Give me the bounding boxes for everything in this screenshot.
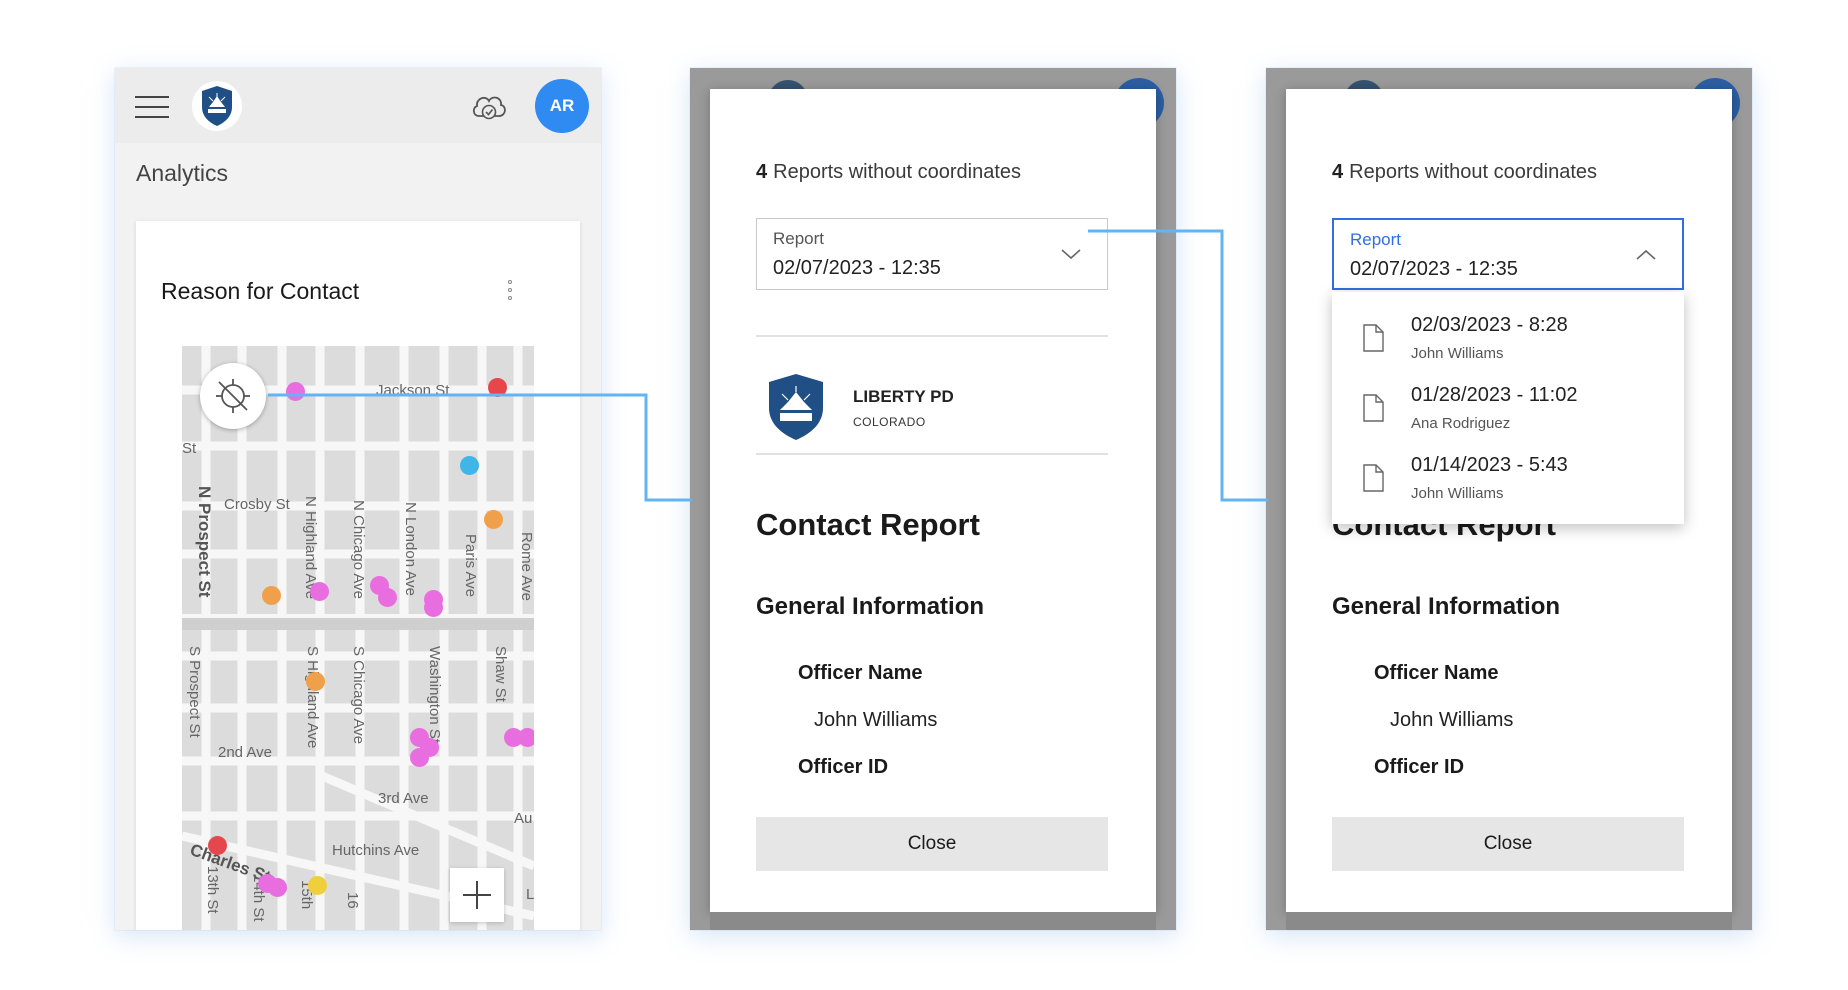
map-marker[interactable]: [460, 456, 479, 475]
document-icon: [1363, 324, 1384, 352]
map-marker[interactable]: [308, 876, 327, 895]
map-label-2nd: 2nd Ave: [218, 744, 272, 761]
reports-count: 4: [756, 161, 768, 183]
map-marker[interactable]: [286, 382, 305, 401]
map-marker[interactable]: [268, 878, 287, 897]
reports-count-label: Reports without coordinates: [773, 161, 1022, 183]
user-avatar[interactable]: AR: [535, 79, 589, 133]
card-title: Reason for Contact: [161, 278, 360, 304]
map-label-paris: Paris Ave: [462, 534, 479, 598]
close-button[interactable]: Close: [756, 817, 1108, 871]
dropdown-item[interactable]: 01/28/2023 - 11:02 Ana Rodriguez: [1332, 374, 1684, 442]
dropdown-item[interactable]: 01/14/2023 - 5:43 John Williams: [1332, 444, 1684, 512]
map-label-st: St: [182, 440, 197, 457]
page-title: Analytics: [136, 160, 229, 186]
report-dialog-screen: 4 Reports without coordinates Report 02/0…: [690, 68, 1176, 930]
map-label-13th: 13th St: [204, 866, 221, 914]
org-name: LIBERTY PD: [853, 387, 954, 406]
map-marker[interactable]: [410, 748, 429, 767]
map-label-n-prospect: N Prospect St: [195, 486, 214, 598]
map-label-crosby: Crosby St: [224, 496, 290, 513]
map-marker[interactable]: [518, 728, 534, 747]
report-dialog-expanded-screen: 4 Reports without coordinates Report 02/0…: [1266, 68, 1752, 930]
more-options-icon[interactable]: [505, 280, 515, 304]
cloud-check-icon[interactable]: [469, 88, 509, 122]
section-general-information: General Information: [1332, 593, 1561, 620]
map-label-washington: Washington St: [426, 646, 443, 743]
map-label-au: Au: [514, 810, 533, 827]
dropdown-item-officer: John Williams: [1411, 345, 1504, 362]
map-label-jackson: Jackson St: [376, 382, 450, 399]
liberty-pd-badge-icon: [769, 374, 823, 440]
divider: [756, 335, 1108, 337]
officer-name-label: Officer Name: [798, 662, 923, 684]
map-marker[interactable]: [484, 510, 503, 529]
map-label-l: L: [526, 886, 534, 903]
map-label-16: 16: [344, 892, 361, 909]
close-button[interactable]: Close: [1332, 817, 1684, 871]
analytics-screen: AR Analytics Reason for Contact Jackson …: [115, 68, 601, 930]
dropdown-item[interactable]: 02/03/2023 - 8:28 John Williams: [1332, 304, 1684, 372]
dropdown-item-date: 01/14/2023 - 5:43: [1411, 454, 1568, 476]
contact-report-title: Contact Report: [756, 507, 980, 542]
map-label-n-chicago: N Chicago Ave: [350, 500, 367, 599]
divider: [756, 453, 1108, 455]
dropdown-item-date: 02/03/2023 - 8:28: [1411, 314, 1568, 336]
report-select-value: 02/07/2023 - 12:35: [1350, 258, 1518, 280]
dropdown-item-officer: John Williams: [1411, 485, 1504, 502]
report-select-value: 02/07/2023 - 12:35: [773, 257, 941, 279]
officer-name-value: John Williams: [814, 709, 938, 731]
location-off-button[interactable]: [200, 363, 266, 429]
map-marker[interactable]: [208, 836, 227, 855]
map-label-rome: Rome Ave: [518, 532, 534, 601]
map-marker[interactable]: [378, 588, 397, 607]
police-badge-icon: [192, 81, 242, 131]
map-label-s-chicago: S Chicago Ave: [350, 646, 367, 745]
chevron-down-icon: [1061, 249, 1081, 260]
plus-icon: [463, 881, 491, 909]
dropdown-item-date: 01/28/2023 - 11:02: [1411, 384, 1578, 406]
report-select[interactable]: Report 02/07/2023 - 12:35: [756, 218, 1108, 290]
map-label-s-highland: S Highland Ave: [304, 646, 321, 749]
report-select[interactable]: Report 02/07/2023 - 12:35: [1332, 218, 1684, 290]
map-marker[interactable]: [488, 378, 507, 397]
contact-map[interactable]: Jackson St St Crosby St N Prospect St N …: [182, 346, 534, 930]
section-general-information: General Information: [756, 593, 985, 620]
map-label-shaw: Shaw St: [492, 646, 509, 702]
officer-id-label: Officer ID: [798, 756, 889, 778]
map-label-n-london: N London Ave: [402, 502, 419, 596]
report-select-label: Report: [1350, 230, 1402, 249]
officer-name-label: Officer Name: [1374, 662, 1499, 684]
background-map-strip: [1286, 912, 1732, 930]
officer-name-value: John Williams: [1390, 709, 1514, 731]
reports-count-heading: 4 Reports without coordinates: [756, 161, 1021, 184]
report-select-label: Report: [773, 229, 825, 248]
reports-dialog: 4 Reports without coordinates Report 02/0…: [1286, 89, 1732, 912]
map-marker[interactable]: [262, 586, 281, 605]
document-icon: [1363, 394, 1384, 422]
map-marker[interactable]: [306, 672, 325, 691]
document-icon: [1363, 464, 1384, 492]
map-marker[interactable]: [424, 598, 443, 617]
officer-id-label: Officer ID: [1374, 756, 1465, 778]
chevron-up-icon: [1636, 249, 1656, 260]
reports-dialog: 4 Reports without coordinates Report 02/0…: [710, 89, 1156, 912]
report-dropdown-menu: 02/03/2023 - 8:28 John Williams 01/28/20…: [1332, 292, 1684, 524]
map-label-hutchins: Hutchins Ave: [332, 842, 420, 859]
zoom-in-button[interactable]: [450, 868, 504, 922]
reports-count-heading: 4 Reports without coordinates: [1332, 161, 1597, 184]
map-label-3rd: 3rd Ave: [378, 790, 429, 807]
app-top-bar: AR: [115, 68, 601, 143]
hamburger-icon[interactable]: [135, 96, 169, 118]
reports-count-label: Reports without coordinates: [1349, 161, 1598, 183]
map-marker[interactable]: [310, 582, 329, 601]
dropdown-item-officer: Ana Rodriguez: [1411, 415, 1511, 432]
reports-count: 4: [1332, 161, 1344, 183]
org-state: COLORADO: [853, 415, 926, 429]
map-label-s-prospect: S Prospect St: [186, 646, 203, 738]
background-map-strip: [710, 912, 1156, 930]
location-off-icon: [216, 379, 250, 413]
